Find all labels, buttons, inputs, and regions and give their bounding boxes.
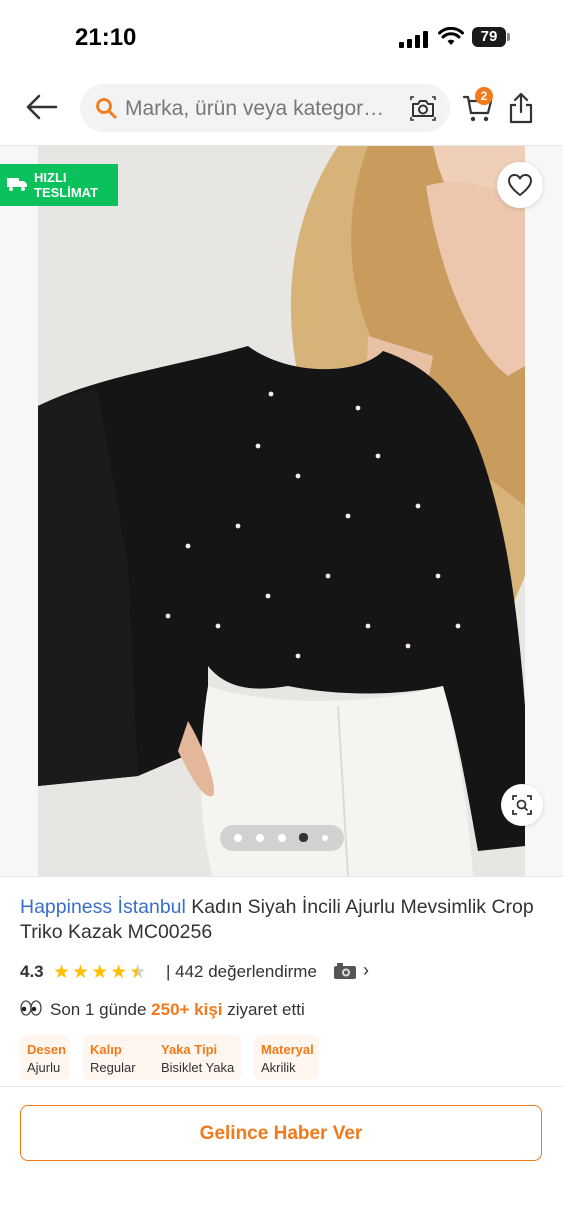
star-icon: ★ bbox=[53, 962, 71, 983]
rating-stars: ★ ★ ★ ★ ★ bbox=[53, 961, 148, 984]
product-title: Happiness İstanbul Kadın Siyah İncili Aj… bbox=[20, 895, 545, 945]
zoom-search-icon bbox=[512, 795, 532, 815]
visits-suffix: ziyaret etti bbox=[222, 1000, 305, 1019]
rating-row[interactable]: 4.3 ★ ★ ★ ★ ★ | 442 değerlendirme › bbox=[20, 960, 550, 984]
signal-icon bbox=[399, 30, 431, 48]
truck-icon bbox=[7, 178, 27, 191]
wifi-icon bbox=[438, 27, 464, 45]
product-gallery[interactable]: HIZLI TESLİMAT bbox=[0, 146, 563, 876]
back-arrow-icon[interactable] bbox=[24, 90, 60, 124]
heart-icon bbox=[508, 174, 532, 196]
divider bbox=[0, 876, 563, 877]
gallery-dot-active[interactable] bbox=[299, 833, 308, 842]
fast-delivery-label: HIZLI TESLİMAT bbox=[34, 170, 99, 200]
gallery-dot[interactable] bbox=[322, 835, 328, 841]
visits-count: 250+ kişi bbox=[151, 1000, 223, 1019]
search-bar[interactable]: Marka, ürün veya kategor… bbox=[80, 84, 450, 132]
gallery-dot[interactable] bbox=[278, 834, 286, 842]
attribute-chip: Kalıp Regular bbox=[83, 1035, 163, 1080]
search-input[interactable]: Marka, ürün veya kategor… bbox=[125, 97, 410, 121]
camera-icon[interactable] bbox=[410, 95, 436, 121]
gallery-pagination[interactable] bbox=[220, 825, 344, 851]
attribute-chip: Materyal Akrilik bbox=[254, 1035, 319, 1080]
visual-search-button[interactable] bbox=[501, 784, 543, 826]
attribute-key: Materyal bbox=[261, 1042, 314, 1057]
gallery-dot[interactable] bbox=[234, 834, 242, 842]
rating-value: 4.3 bbox=[20, 962, 44, 981]
status-time: 21:10 bbox=[75, 24, 137, 51]
visits-text: Son 1 günde 250+ kişi ziyaret etti bbox=[50, 1000, 305, 1020]
attribute-key: Desen bbox=[27, 1042, 67, 1057]
visits-prefix: Son 1 günde bbox=[50, 1000, 152, 1019]
review-count[interactable]: | 442 değerlendirme bbox=[166, 962, 317, 982]
attribute-value: Ajurlu bbox=[27, 1060, 61, 1075]
attribute-key: Kalıp bbox=[90, 1042, 122, 1057]
chevron-right-icon[interactable]: › bbox=[363, 960, 369, 981]
battery-cap bbox=[507, 33, 510, 41]
attribute-value: Akrilik bbox=[261, 1060, 296, 1075]
attribute-key: Yaka Tipi bbox=[161, 1042, 218, 1057]
gallery-dot[interactable] bbox=[256, 834, 264, 842]
star-icon: ★ bbox=[110, 962, 128, 983]
divider bbox=[0, 1086, 563, 1087]
fast-delivery-badge: HIZLI TESLİMAT bbox=[0, 164, 118, 206]
attribute-value: Bisiklet Yaka bbox=[161, 1060, 235, 1075]
brand-link[interactable]: Happiness İstanbul bbox=[20, 896, 186, 918]
product-photo[interactable] bbox=[38, 146, 525, 876]
star-icon: ★ bbox=[72, 962, 90, 983]
attribute-chip: Desen Ajurlu bbox=[20, 1035, 70, 1080]
attribute-chip: Yaka Tipi Bisiklet Yaka bbox=[154, 1035, 241, 1080]
favorite-button[interactable] bbox=[497, 162, 543, 208]
eyes-icon bbox=[20, 1000, 42, 1016]
product-illustration bbox=[38, 146, 525, 876]
camera-small-icon bbox=[334, 963, 356, 979]
search-icon bbox=[96, 98, 117, 119]
half-star-icon: ★ bbox=[129, 962, 147, 983]
share-icon[interactable] bbox=[508, 92, 534, 124]
cart-count-badge: 2 bbox=[475, 87, 493, 105]
star-icon: ★ bbox=[91, 962, 109, 983]
status-bar: 21:10 79 bbox=[0, 0, 563, 70]
attribute-value: Regular bbox=[90, 1060, 136, 1075]
battery-indicator: 79 bbox=[472, 27, 506, 47]
notify-when-available-button[interactable]: Gelince Haber Ver bbox=[20, 1105, 542, 1161]
